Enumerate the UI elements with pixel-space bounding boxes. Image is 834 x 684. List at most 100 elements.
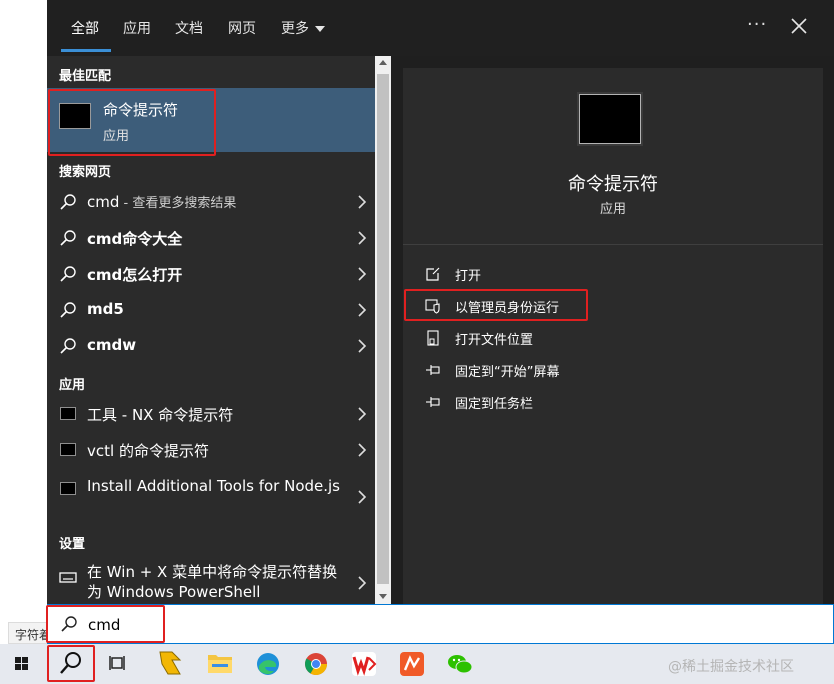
web-result-label: cmd怎么打开 xyxy=(87,266,183,284)
action-pin-to-taskbar-label: 固定到任务栏 xyxy=(455,397,534,412)
edge-browser-button[interactable] xyxy=(246,644,290,684)
terminal-icon xyxy=(60,407,76,420)
annotation-box-best-match xyxy=(48,89,216,156)
chevron-right-icon[interactable] xyxy=(357,339,367,353)
keyboard-icon xyxy=(59,572,77,583)
chevron-right-icon[interactable] xyxy=(357,576,367,590)
web-result-label: cmdw xyxy=(87,336,137,354)
web-result-query: cmd xyxy=(87,193,120,211)
web-result-item[interactable]: cmd命令大全 xyxy=(47,220,375,256)
yellow-app-icon xyxy=(159,651,182,675)
active-tab-indicator xyxy=(61,49,111,52)
terminal-icon xyxy=(60,443,76,456)
search-icon xyxy=(60,302,76,318)
web-result-suffix: - 查看更多搜索结果 xyxy=(119,196,237,211)
search-icon xyxy=(60,230,76,246)
app-result-label: 工具 - NX 命令提示符 xyxy=(87,406,234,424)
annotation-box-search-input xyxy=(46,605,165,643)
web-result-item[interactable]: md5 xyxy=(47,292,375,328)
background-tab: 字符着 xyxy=(8,622,48,644)
chevron-right-icon[interactable] xyxy=(357,195,367,209)
chevron-right-icon[interactable] xyxy=(357,303,367,317)
close-icon[interactable] xyxy=(789,16,809,36)
annotation-box-taskbar-search xyxy=(47,645,95,682)
tab-all[interactable]: 全部 xyxy=(71,18,99,38)
file-explorer-button[interactable] xyxy=(198,644,242,684)
settings-result-label: 在 Win + X 菜单中将命令提示符替换为 Windows PowerShel… xyxy=(87,563,338,601)
pin-icon xyxy=(426,397,440,407)
wps-office-button[interactable] xyxy=(342,644,386,684)
taskbar-app-yellow[interactable] xyxy=(150,644,194,684)
chevron-down-icon xyxy=(315,26,325,32)
web-result-item[interactable]: cmdw xyxy=(47,328,375,364)
watermark-text: @稀土掘金技术社区 xyxy=(668,659,794,675)
detail-app-type: 应用 xyxy=(599,202,626,217)
app-result-item[interactable]: Install Additional Tools for Node.js xyxy=(47,470,375,526)
web-search-header: 搜索网页 xyxy=(59,165,112,180)
action-open-file-location-label: 打开文件位置 xyxy=(455,333,534,348)
cmd-app-large-icon xyxy=(579,94,641,144)
tab-web[interactable]: 网页 xyxy=(228,18,256,38)
chrome-browser-button[interactable] xyxy=(294,644,338,684)
settings-result-item[interactable]: 在 Win + X 菜单中将命令提示符替换为 Windows PowerShel… xyxy=(47,556,375,604)
file-location-icon xyxy=(427,330,439,346)
best-match-header: 最佳匹配 xyxy=(59,69,112,84)
wechat-icon xyxy=(448,655,473,674)
web-result-item[interactable]: cmd怎么打开 xyxy=(47,256,375,292)
scroll-down-arrow-icon[interactable] xyxy=(379,594,387,599)
web-result-item[interactable]: cmd - 查看更多搜索结果 xyxy=(47,184,375,220)
task-view-button[interactable] xyxy=(96,644,140,684)
pin-icon xyxy=(426,365,440,375)
web-result-label: cmd命令大全 xyxy=(87,230,183,248)
apps-header: 应用 xyxy=(59,378,86,393)
web-result-label: cmd - 查看更多搜索结果 xyxy=(87,192,236,211)
tab-more[interactable]: 更多 xyxy=(281,18,325,38)
search-scope-tabs: 全部 应用 文档 网页 更多 ··· xyxy=(47,0,834,56)
app-detail-panel: 命令提示符 应用 打开 以管理员身份运行 打开文件位置 固定到“开始”屏幕 固定… xyxy=(403,68,823,604)
detail-app-name: 命令提示符 xyxy=(568,174,658,195)
action-open[interactable]: 打开 xyxy=(425,262,805,286)
results-scrollbar[interactable] xyxy=(375,56,391,604)
chevron-right-icon[interactable] xyxy=(357,443,367,457)
more-options-button[interactable]: ··· xyxy=(747,14,767,35)
settings-header: 设置 xyxy=(59,537,86,552)
action-pin-to-start[interactable]: 固定到“开始”屏幕 xyxy=(425,358,805,382)
detail-divider xyxy=(403,244,823,245)
search-icon xyxy=(60,338,76,354)
red-app-icon xyxy=(400,652,424,676)
task-view-icon xyxy=(109,656,125,670)
chevron-right-icon[interactable] xyxy=(357,407,367,421)
annotation-box-run-as-admin xyxy=(404,289,588,321)
taskbar: @稀土掘金技术社区 xyxy=(0,644,834,684)
windows-start-button[interactable] xyxy=(0,644,44,684)
scroll-up-arrow-icon[interactable] xyxy=(379,60,387,65)
web-result-label: md5 xyxy=(87,300,124,318)
chevron-right-icon[interactable] xyxy=(357,267,367,281)
app-result-label: Install Additional Tools for Node.js xyxy=(87,477,341,495)
search-icon xyxy=(60,194,76,210)
wps-icon xyxy=(352,652,377,676)
tab-more-label: 更多 xyxy=(281,21,309,37)
app-result-item[interactable]: 工具 - NX 命令提示符 xyxy=(47,396,375,432)
chevron-right-icon[interactable] xyxy=(357,490,367,504)
edge-icon xyxy=(257,653,279,675)
tab-documents[interactable]: 文档 xyxy=(175,18,203,38)
action-open-label: 打开 xyxy=(455,269,482,284)
terminal-icon xyxy=(60,482,76,495)
app-result-label: vctl 的命令提示符 xyxy=(87,442,209,460)
taskbar-app-red[interactable] xyxy=(390,644,434,684)
open-icon xyxy=(426,267,440,281)
chrome-icon xyxy=(305,653,327,675)
folder-icon xyxy=(208,655,232,673)
app-result-item[interactable]: vctl 的命令提示符 xyxy=(47,432,375,468)
wechat-button[interactable] xyxy=(438,644,482,684)
search-input[interactable] xyxy=(88,613,788,637)
tab-apps[interactable]: 应用 xyxy=(123,18,151,38)
search-box[interactable] xyxy=(47,604,834,644)
action-pin-to-taskbar[interactable]: 固定到任务栏 xyxy=(425,390,805,414)
search-icon xyxy=(60,266,76,282)
windows-logo-icon xyxy=(15,657,28,670)
action-open-file-location[interactable]: 打开文件位置 xyxy=(425,326,805,350)
scroll-thumb[interactable] xyxy=(377,74,389,584)
chevron-right-icon[interactable] xyxy=(357,231,367,245)
